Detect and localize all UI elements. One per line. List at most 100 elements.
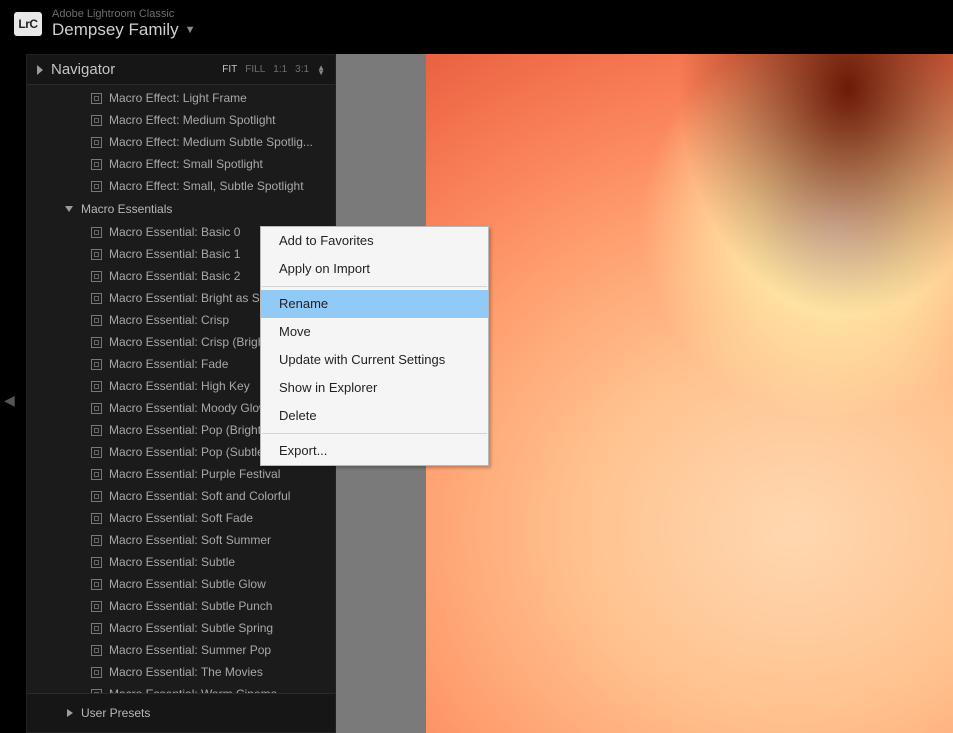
preset-icon (91, 447, 102, 458)
preset-label: Macro Essential: Bright as Starli (109, 289, 279, 307)
group-label: Macro Essentials (81, 200, 172, 218)
preset-label: Macro Essential: Summer Pop (109, 641, 271, 659)
app-logo: LrC (14, 12, 42, 36)
preset-label: Macro Essential: Fade (109, 355, 228, 373)
preset-icon (91, 645, 102, 656)
preset-icon (91, 271, 102, 282)
context-menu-item[interactable]: Move (261, 318, 488, 346)
preset-label: Macro Essential: Pop (Subtle) (109, 443, 268, 461)
preset-item[interactable]: Macro Essential: Soft Fade (27, 507, 335, 529)
preset-label: Macro Essential: Soft and Colorful (109, 487, 290, 505)
preset-icon (91, 513, 102, 524)
context-menu-item[interactable]: Rename (261, 290, 488, 318)
preset-label: Macro Essential: Pop (Bright) (109, 421, 265, 439)
chevron-right-icon (67, 709, 73, 717)
context-menu-item[interactable]: Show in Explorer (261, 374, 488, 402)
preview-image (426, 54, 953, 733)
preset-label: Macro Effect: Small, Subtle Spotlight (109, 177, 304, 195)
preset-label: Macro Essential: High Key (109, 377, 250, 395)
preset-label: Macro Effect: Small Spotlight (109, 155, 263, 173)
preset-icon (91, 535, 102, 546)
preset-label: Macro Essential: Subtle Spring (109, 619, 273, 637)
preset-label: Macro Essential: Moody Glow (109, 399, 268, 417)
preset-item[interactable]: Macro Essential: Subtle Glow (27, 573, 335, 595)
preset-icon (91, 381, 102, 392)
zoom-options: FIT FILL 1:1 3:1 ▲▼ (222, 64, 325, 75)
preset-icon (91, 491, 102, 502)
preset-label: Macro Essential: Subtle Glow (109, 575, 266, 593)
context-menu-item[interactable]: Update with Current Settings (261, 346, 488, 374)
preset-icon (91, 115, 102, 126)
preset-label: Macro Effect: Medium Subtle Spotlig... (109, 133, 313, 151)
zoom-3-1[interactable]: 3:1 (295, 64, 309, 75)
preset-label: Macro Essential: The Movies (109, 663, 263, 681)
context-menu-item[interactable]: Delete (261, 402, 488, 430)
preset-label: Macro Effect: Medium Spotlight (109, 111, 276, 129)
preset-label: Macro Effect: Light Frame (109, 89, 247, 107)
preset-icon (91, 579, 102, 590)
preset-item[interactable]: Macro Essential: Subtle (27, 551, 335, 573)
chevron-down-icon: ▼ (185, 24, 196, 36)
preset-icon (91, 181, 102, 192)
titlebar: LrC Adobe Lightroom Classic Dempsey Fami… (0, 0, 953, 50)
preset-icon (91, 93, 102, 104)
preset-icon (91, 623, 102, 634)
preset-item[interactable]: Macro Effect: Small Spotlight (27, 153, 335, 175)
menu-separator (262, 433, 487, 434)
footer-group-label: User Presets (81, 704, 150, 722)
panel-collapse-handle[interactable]: ◀ (4, 392, 15, 409)
context-menu-item[interactable]: Export... (261, 437, 488, 465)
preset-icon (91, 293, 102, 304)
preset-label: Macro Essential: Warm Cinema (109, 685, 277, 693)
preset-icon (91, 249, 102, 260)
preset-icon (91, 359, 102, 370)
preset-label: Macro Essential: Soft Summer (109, 531, 271, 549)
chevron-down-icon (65, 206, 73, 212)
preset-label: Macro Essential: Soft Fade (109, 509, 253, 527)
navigator-header[interactable]: Navigator FIT FILL 1:1 3:1 ▲▼ (27, 55, 335, 85)
zoom-stepper[interactable]: ▲▼ (317, 65, 325, 75)
preset-label: Macro Essential: Subtle Punch (109, 597, 272, 615)
context-menu-item[interactable]: Add to Favorites (261, 227, 488, 255)
context-menu: Add to FavoritesApply on Import RenameMov… (260, 226, 489, 466)
preset-item[interactable]: Macro Essential: Warm Cinema (27, 683, 335, 693)
preset-icon (91, 137, 102, 148)
catalog-switcher[interactable]: Dempsey Family ▼ (52, 20, 195, 40)
preset-item[interactable]: Macro Essential: Subtle Punch (27, 595, 335, 617)
panel-footer-group[interactable]: User Presets (27, 693, 335, 732)
preset-item[interactable]: Macro Essential: Purple Festival (27, 463, 335, 485)
preset-item[interactable]: Macro Effect: Medium Subtle Spotlig... (27, 131, 335, 153)
preset-label: Macro Essential: Basic 2 (109, 267, 240, 285)
preset-item[interactable]: Macro Essential: The Movies (27, 661, 335, 683)
preset-label: Macro Essential: Crisp (109, 311, 229, 329)
app-name: Adobe Lightroom Classic (52, 8, 195, 20)
chevron-right-icon (37, 65, 43, 75)
preset-icon (91, 557, 102, 568)
preset-icon (91, 315, 102, 326)
preset-item[interactable]: Macro Effect: Light Frame (27, 87, 335, 109)
preset-group-header[interactable]: Macro Essentials (27, 197, 335, 221)
preset-item[interactable]: Macro Essential: Summer Pop (27, 639, 335, 661)
preset-icon (91, 689, 102, 694)
preset-icon (91, 425, 102, 436)
zoom-fill[interactable]: FILL (245, 64, 265, 75)
preset-icon (91, 601, 102, 612)
preset-item[interactable]: Macro Essential: Soft Summer (27, 529, 335, 551)
zoom-fit[interactable]: FIT (222, 64, 237, 75)
preset-icon (91, 159, 102, 170)
preset-label: Macro Essential: Purple Festival (109, 465, 280, 483)
preset-icon (91, 667, 102, 678)
preset-icon (91, 227, 102, 238)
preset-icon (91, 469, 102, 480)
preset-icon (91, 403, 102, 414)
preset-item[interactable]: Macro Effect: Small, Subtle Spotlight (27, 175, 335, 197)
preset-item[interactable]: Macro Essential: Subtle Spring (27, 617, 335, 639)
preset-label: Macro Essential: Subtle (109, 553, 235, 571)
preset-item[interactable]: Macro Essential: Soft and Colorful (27, 485, 335, 507)
navigator-title: Navigator (51, 61, 115, 78)
menu-separator (262, 286, 487, 287)
preset-item[interactable]: Macro Effect: Medium Spotlight (27, 109, 335, 131)
zoom-1-1[interactable]: 1:1 (273, 64, 287, 75)
context-menu-item[interactable]: Apply on Import (261, 255, 488, 283)
preset-label: Macro Essential: Basic 0 (109, 223, 240, 241)
